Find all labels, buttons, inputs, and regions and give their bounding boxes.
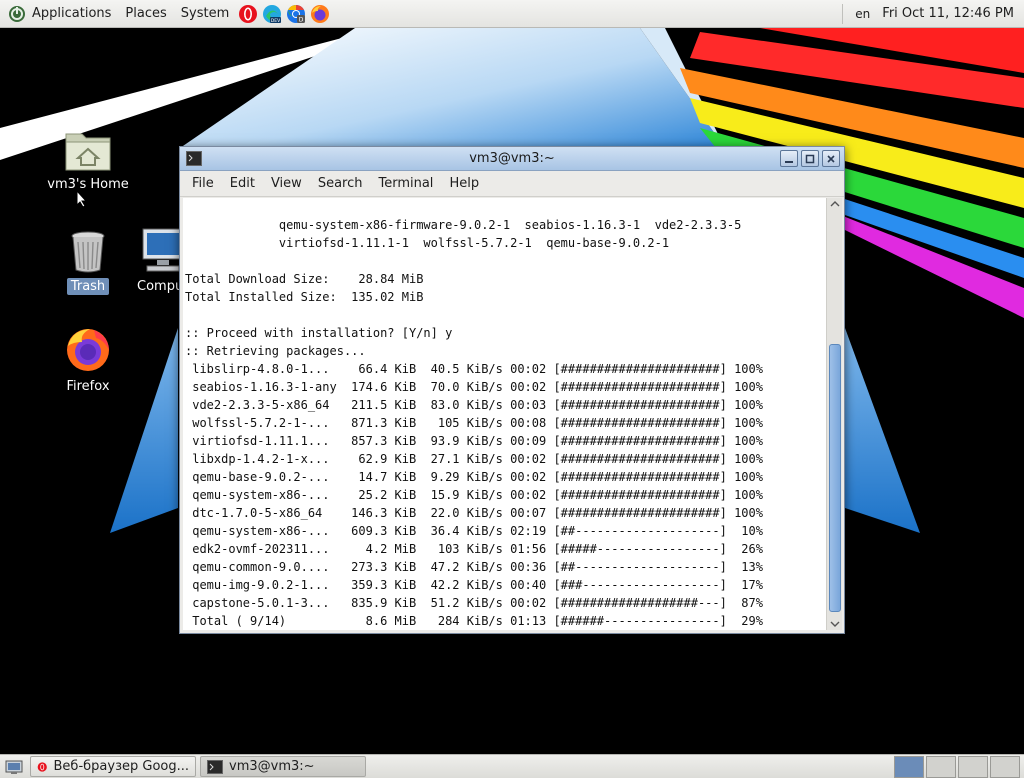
maximize-button[interactable] [801,150,819,167]
menu-file[interactable]: File [184,176,222,191]
menu-help[interactable]: Help [441,176,487,191]
terminal-icon [186,151,202,166]
terminal-line: Total ( 9/14) 8.6 MiB 284 KiB/s 01:13 [#… [185,614,763,628]
terminal-line: qemu-system-x86-... 609.3 KiB 36.4 KiB/s… [185,524,763,538]
terminal-scrollbar[interactable] [826,198,842,630]
terminal-menubar: File Edit View Search Terminal Help [180,171,844,197]
workspace-3[interactable] [958,755,988,778]
close-icon [827,154,835,163]
firefox-icon [67,329,109,371]
applications-label: Applications [32,6,112,21]
terminal-line: wolfssl-5.7.2-1-... 871.3 KiB 105 KiB/s … [185,416,763,430]
scroll-thumb[interactable] [829,344,841,612]
terminal-line: seabios-1.16.3-1-any 174.6 KiB 70.0 KiB/… [185,380,763,394]
svg-text:D: D [299,16,304,23]
edge-dev-launcher[interactable]: DEV [261,3,283,25]
bottom-panel: Веб-браузер Goog... vm3@vm3:~ [0,754,1024,778]
terminal-line: edk2-ovmf-202311... 4.2 MiB 103 KiB/s 01… [185,542,763,556]
desktop-icon-home[interactable]: vm3's Home [40,128,136,193]
trash-label: Trash [66,278,110,295]
terminal-title: vm3@vm3:~ [469,151,555,166]
places-menu[interactable]: Places [118,0,173,28]
taskbar-item-terminal[interactable]: vm3@vm3:~ [200,756,366,777]
menu-edit[interactable]: Edit [222,176,263,191]
scroll-up-icon[interactable] [830,200,840,208]
terminal-output[interactable]: qemu-system-x86-firmware-9.0.2-1 seabios… [183,198,826,630]
top-panel: Applications Places System DEV D en Fri … [0,0,1024,28]
workspace-1[interactable] [894,755,924,778]
terminal-line: :: Proceed with installation? [Y/n] y [185,326,453,340]
computer-icon [142,228,181,272]
firefox-launcher[interactable] [309,3,331,25]
terminal-line: dtc-1.7.0-5-x86_64 146.3 KiB 22.0 KiB/s … [185,506,763,520]
keyboard-layout-indicator[interactable]: en [849,7,876,21]
scroll-down-icon[interactable] [830,620,840,628]
menu-search[interactable]: Search [310,176,371,191]
terminal-line: :: Retrieving packages... [185,344,366,358]
system-menu[interactable]: System [174,0,236,28]
menu-view[interactable]: View [263,176,310,191]
terminal-titlebar[interactable]: vm3@vm3:~ [180,147,844,171]
terminal-line: qemu-system-x86-firmware-9.0.2-1 seabios… [185,218,742,232]
terminal-line: capstone-5.0.1-3... 835.9 KiB 51.2 KiB/s… [185,596,763,610]
terminal-window[interactable]: vm3@vm3:~ File Edit View Search Terminal… [179,146,845,634]
minimize-icon [785,160,793,163]
maximize-icon [805,154,815,163]
show-desktop-button[interactable] [2,756,26,778]
show-desktop-icon [5,760,23,774]
panel-separator [842,3,844,24]
chrome-dev-launcher[interactable]: D [285,3,307,25]
firefox-icon [311,4,330,23]
terminal-line: Total Installed Size: 135.02 MiB [185,290,424,304]
opera-launcher[interactable] [237,3,259,25]
applications-menu[interactable]: Applications [0,0,118,28]
terminal-icon [207,759,223,774]
home-folder-icon [65,133,111,171]
chrome-dev-icon: D [287,4,306,23]
terminal-line: libslirp-4.8.0-1... 66.4 KiB 40.5 KiB/s … [185,362,763,376]
svg-text:DEV: DEV [271,17,281,23]
computer-label: Computer [137,279,181,294]
taskbar-item-label: vm3@vm3:~ [229,759,315,774]
desktop-icon-computer[interactable]: Computer [115,226,181,295]
distro-logo-icon [9,5,25,22]
terminal-line: libxdp-1.4.2-1-x... 62.9 KiB 27.1 KiB/s … [185,452,763,466]
workspace-4[interactable] [990,755,1020,778]
terminal-line: qemu-common-9.0.... 273.3 KiB 47.2 KiB/s… [185,560,763,574]
terminal-line: qemu-system-x86-... 25.2 KiB 15.9 KiB/s … [185,488,763,502]
opera-icon [239,4,258,23]
desktop-icon-firefox[interactable]: Firefox [40,326,136,395]
taskbar-item-label: Веб-браузер Goog... [53,759,189,774]
menu-terminal[interactable]: Terminal [370,176,441,191]
mouse-cursor-icon [76,190,88,208]
terminal-line: virtiofsd-1.11.1-1 wolfssl-5.7.2-1 qemu-… [185,236,670,250]
workspace-2[interactable] [926,755,956,778]
terminal-line: qemu-img-9.0.2-1... 359.3 KiB 42.2 KiB/s… [185,578,763,592]
opera-icon [37,761,47,772]
terminal-line: vde2-2.3.3-5-x86_64 211.5 KiB 83.0 KiB/s… [185,398,763,412]
taskbar-item-browser[interactable]: Веб-браузер Goog... [30,756,196,777]
terminal-line: qemu-base-9.0.2-... 14.7 KiB 9.29 KiB/s … [185,470,763,484]
terminal-line: virtiofsd-1.11.1... 857.3 KiB 93.9 KiB/s… [185,434,763,448]
firefox-label: Firefox [66,379,110,394]
trash-icon [71,231,105,273]
terminal-text: qemu-system-x86-firmware-9.0.2-1 seabios… [183,198,826,630]
minimize-button[interactable] [780,150,798,167]
workspace-switcher[interactable] [892,755,1020,778]
home-label: vm3's Home [47,177,129,192]
edge-dev-icon: DEV [263,4,281,23]
terminal-line: Total Download Size: 28.84 MiB [185,272,424,286]
clock[interactable]: Fri Oct 11, 12:46 PM [876,6,1024,21]
close-button[interactable] [822,150,840,167]
